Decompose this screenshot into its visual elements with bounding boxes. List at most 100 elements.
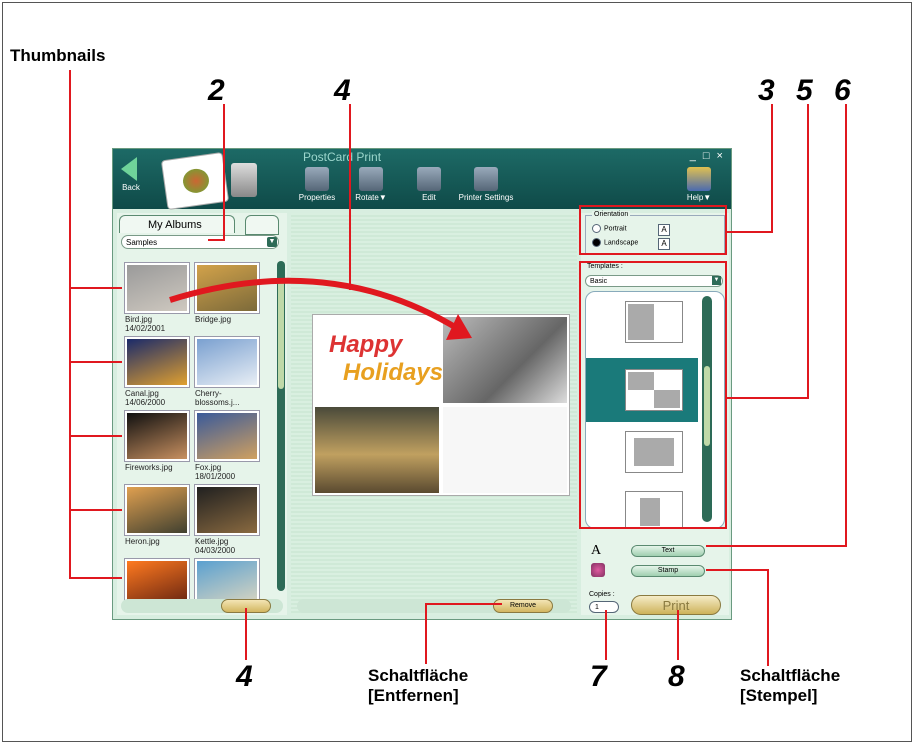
copies-value: 1 [595, 604, 599, 611]
remove-button[interactable]: Remove [493, 599, 553, 613]
callout-7: 7 [590, 660, 607, 693]
template-option-2[interactable] [626, 370, 682, 410]
thumbnails-callout: Thumbnails [10, 46, 106, 65]
portrait-radio-dot [592, 224, 601, 233]
thumbnail-8[interactable] [195, 485, 259, 535]
album-select[interactable]: Samples ▼ [121, 235, 279, 249]
window-controls[interactable]: _ □ × [690, 150, 725, 162]
template-option-4[interactable] [626, 492, 682, 528]
text-button[interactable]: Text [631, 545, 705, 557]
thumbnail-1[interactable] [125, 263, 189, 313]
landscape-radio[interactable]: Landscape [592, 238, 638, 247]
remove-button-caption: Schaltfläche [Entfernen] [368, 666, 468, 707]
callout-5: 5 [796, 74, 813, 107]
landscape-a-icon: A [658, 238, 670, 250]
card-photo-heron[interactable] [315, 407, 439, 493]
callout-4-bottom: 4 [236, 660, 253, 693]
copies-stepper[interactable]: 1 [589, 601, 619, 613]
settings-panel: Orientation Portrait Landscape A A Templ… [581, 211, 729, 615]
thumbnail-scrollbar[interactable] [277, 261, 285, 591]
templates-select[interactable]: Basic ▼ [585, 275, 723, 287]
window-title: PostCard Print [303, 150, 382, 164]
help-label: Help▼ [686, 193, 712, 202]
edit-icon [417, 167, 441, 191]
back-button[interactable]: Back [121, 157, 141, 192]
properties-label: Properties [298, 193, 336, 202]
callout-3: 3 [758, 74, 775, 107]
thumbnail-filename: Fireworks.jpg [125, 463, 173, 472]
copies-label: Copies : [589, 591, 615, 598]
portrait-label: Portrait [604, 225, 627, 233]
postcard-print-window: PostCard Print _ □ × Back Properties Rot… [112, 148, 732, 620]
thumbnail-6[interactable] [195, 411, 259, 461]
printer-settings-label: Printer Settings [458, 193, 514, 202]
thumbnail-3[interactable] [125, 337, 189, 387]
postcard-logo-icon [161, 153, 229, 209]
thumbnail-date: 04/03/2000 [195, 546, 236, 555]
thumbnail-filename: Bridge.jpg [195, 315, 232, 324]
card-empty-slot[interactable] [443, 407, 567, 493]
card-text-line1: Happy [329, 331, 403, 358]
add-button[interactable] [221, 599, 271, 613]
thumbnail-panel: My Albums Samples ▼ Bird.jpg 14/02/2001 Br… [117, 213, 287, 615]
thumbnail-2[interactable] [195, 263, 259, 313]
help-button[interactable]: Help▼ [679, 167, 719, 202]
tab-my-albums[interactable]: My Albums [119, 215, 235, 233]
back-label: Back [122, 183, 140, 192]
portrait-a-icon: A [658, 224, 670, 236]
stamp-caption-line1: Schaltfläche [740, 666, 841, 685]
stamp-button[interactable]: Stamp [631, 565, 705, 577]
thumbnail-filename: Fox.jpg [195, 463, 222, 472]
left-bottom-bar [121, 599, 283, 613]
postcard-preview: Happy Holidays [313, 315, 569, 495]
stamp-icon [591, 563, 605, 577]
thumbnail-caption-6: Fox.jpg 18/01/2000 [195, 463, 265, 481]
template-option-1[interactable] [626, 302, 682, 342]
print-label: Print [662, 598, 690, 613]
templates-scrollbar[interactable] [702, 296, 712, 522]
card-photo-bird[interactable] [443, 317, 567, 403]
print-button[interactable]: Print [631, 595, 721, 615]
templates-select-value: Basic [590, 278, 608, 285]
template-option-3[interactable] [626, 432, 682, 472]
thumbnail-caption-8: Kettle.jpg 04/03/2000 [195, 537, 265, 555]
thumbnail-caption-1: Bird.jpg 14/02/2001 [125, 315, 195, 333]
callout-8: 8 [668, 660, 685, 693]
tab-search[interactable] [245, 215, 279, 235]
center-bottom-bar: Remove [297, 599, 571, 613]
thumbnail-caption-2: Bridge.jpg [195, 315, 265, 324]
printer-settings-button[interactable]: Printer Settings [451, 167, 521, 202]
help-icon [687, 167, 711, 191]
text-button-label: Text [661, 547, 675, 554]
landscape-radio-dot [592, 238, 601, 247]
rotate-button[interactable]: Rotate▼ [343, 167, 399, 202]
stamp-caption-line2: [Stempel] [740, 686, 818, 706]
thumbnail-caption-5: Fireworks.jpg [125, 463, 195, 472]
portrait-radio[interactable]: Portrait [592, 224, 627, 233]
thumbnail-filename: Canal.jpg [125, 389, 159, 398]
templates-label: Templates : [587, 263, 623, 270]
thumbnail-caption-4: Cherry-blossoms.j... [195, 389, 265, 407]
thumbnail-4[interactable] [195, 337, 259, 387]
thumbnail-filename: Bird.jpg [125, 315, 153, 324]
thumbnail-7[interactable] [125, 485, 189, 535]
thumbnail-filename: Heron.jpg [125, 537, 160, 546]
properties-button[interactable]: Properties [289, 167, 345, 202]
thumbnail-5[interactable] [125, 411, 189, 461]
rotate-icon [359, 167, 383, 191]
thumbnail-caption-7: Heron.jpg [125, 537, 195, 546]
back-arrow-icon [121, 157, 137, 181]
remove-caption-line1: Schaltfläche [368, 666, 469, 685]
album-select-value: Samples [126, 238, 158, 247]
rotate-label: Rotate▼ [355, 193, 387, 202]
chevron-down-icon: ▼ [267, 237, 277, 247]
thumbnail-filename: Kettle.jpg [195, 537, 229, 546]
remove-label: Remove [509, 602, 537, 609]
properties-icon [305, 167, 329, 191]
card-text-panel[interactable]: Happy Holidays [315, 317, 443, 403]
edit-button[interactable]: Edit [401, 167, 457, 202]
text-a-icon: A [591, 543, 602, 558]
templates-list [585, 291, 725, 529]
stamp-button-label: Stamp [657, 567, 679, 574]
callout-4-top: 4 [334, 74, 351, 107]
